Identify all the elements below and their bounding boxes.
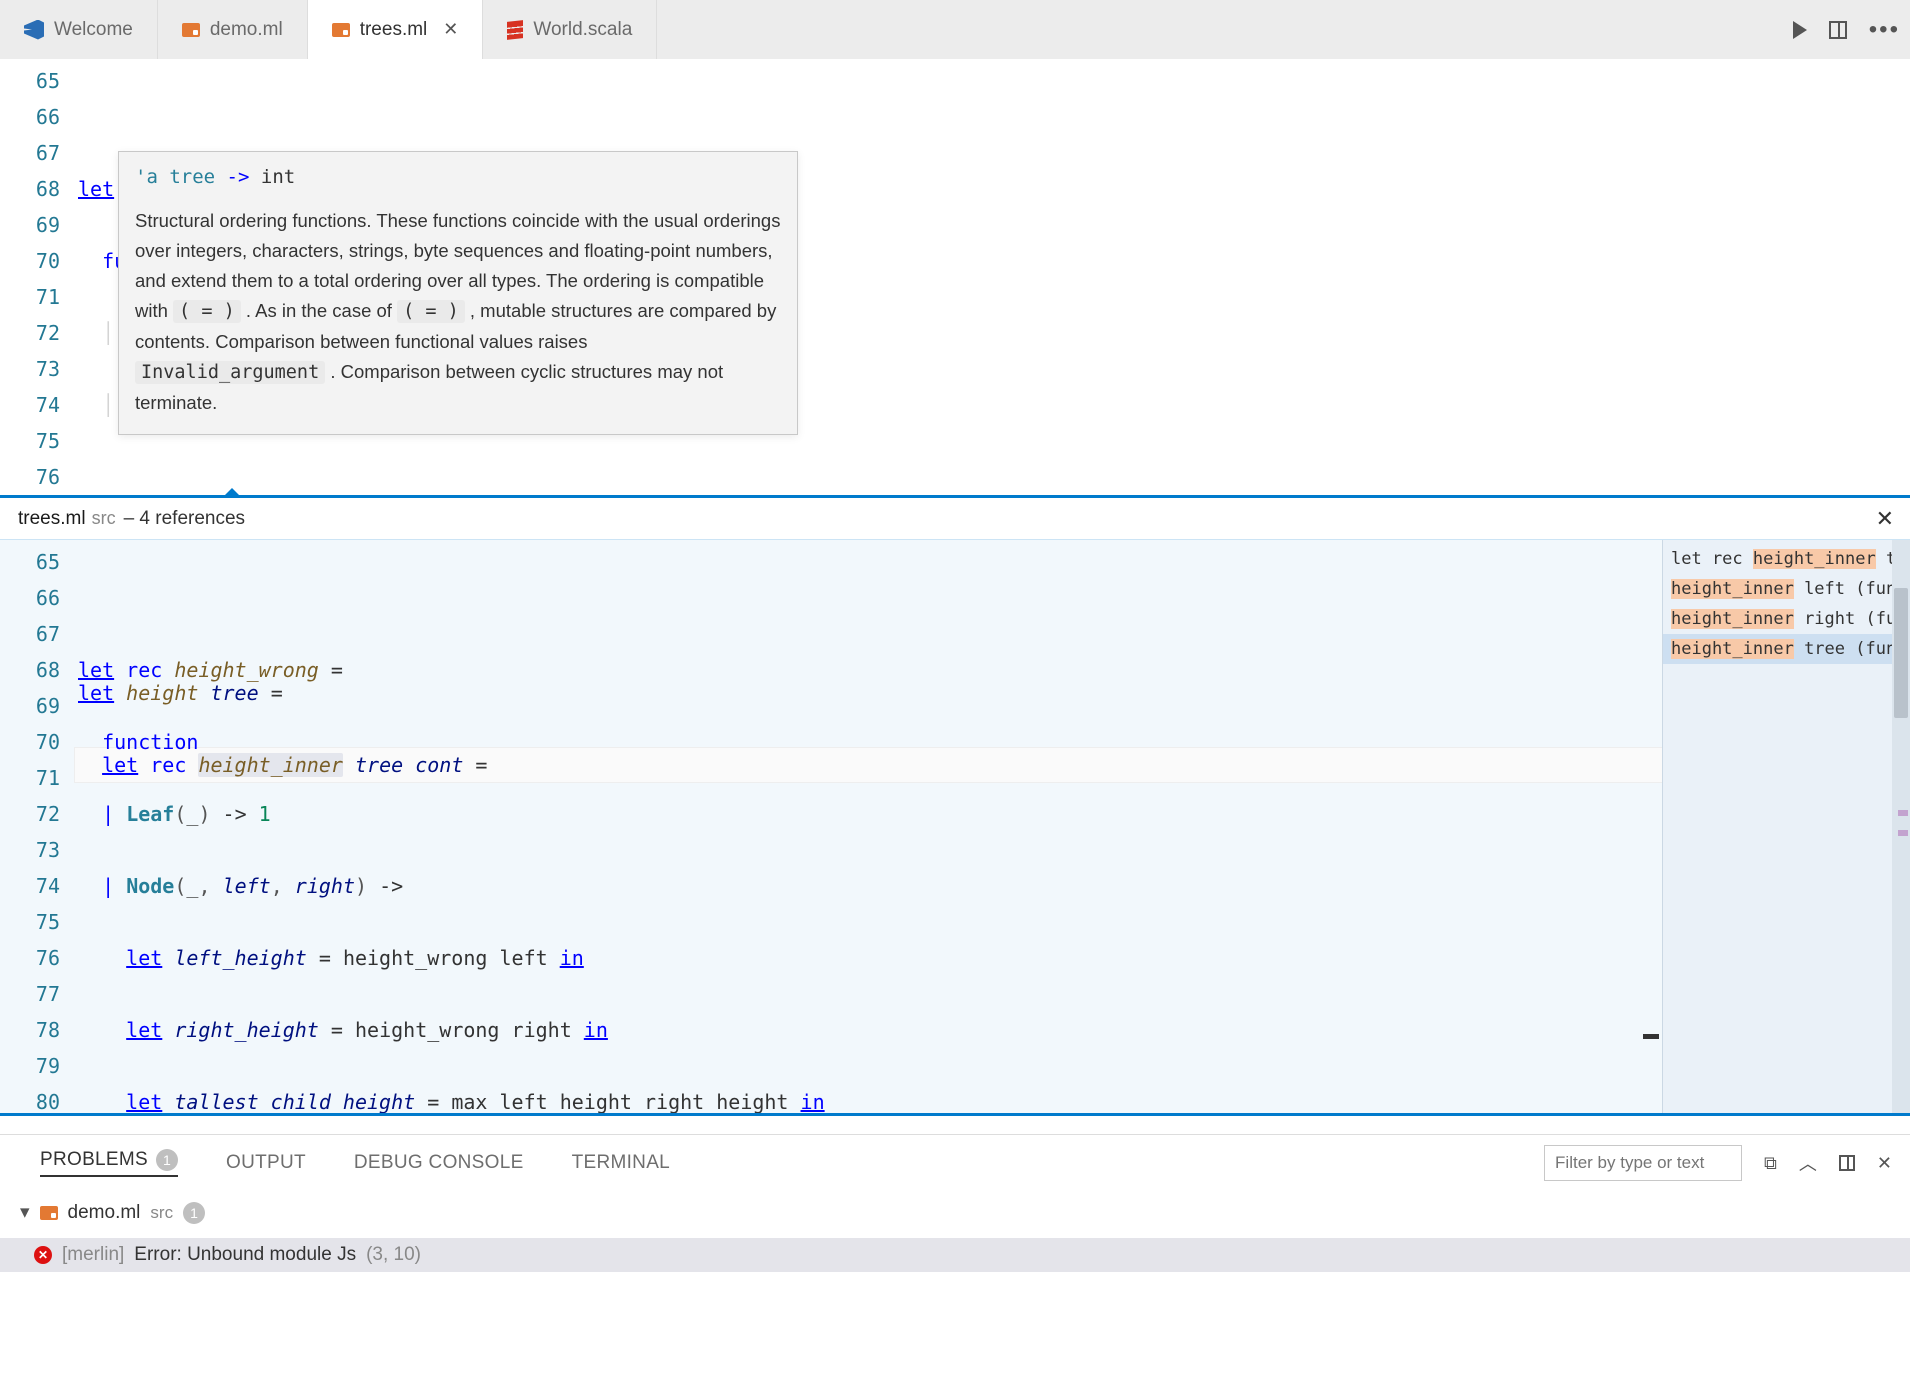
bottom-panel: PROBLEMS1 OUTPUT DEBUG CONSOLE TERMINAL … [0, 1134, 1910, 1272]
overview-mark [1898, 810, 1908, 816]
tab-label: trees.ml [360, 19, 428, 41]
ocaml-icon [40, 1206, 58, 1220]
peek-ref-count: – 4 references [124, 508, 245, 530]
chevron-down-icon[interactable]: ▾ [20, 1201, 30, 1224]
reference-item[interactable]: let rec height_inner tree c... [1663, 544, 1910, 574]
close-icon[interactable]: ✕ [1876, 506, 1894, 532]
tab-trees[interactable]: trees.ml ✕ [308, 0, 484, 59]
problem-location: (3, 10) [366, 1244, 421, 1266]
hover-tooltip: 'a tree -> int Structural ordering funct… [118, 151, 798, 435]
tab-problems[interactable]: PROBLEMS1 [40, 1149, 178, 1177]
ocaml-icon [182, 23, 200, 37]
close-icon[interactable]: ✕ [1877, 1153, 1892, 1174]
overview-mark [1643, 1034, 1659, 1039]
reference-list[interactable]: let rec height_inner tree c... height_in… [1662, 540, 1910, 1113]
chevron-up-icon[interactable]: ︿ [1799, 1150, 1817, 1176]
gutter: 65666768697071727374757677787980 [0, 540, 78, 1113]
scrollbar-thumb[interactable] [1894, 588, 1908, 718]
close-icon[interactable]: ✕ [443, 19, 458, 40]
ocaml-icon [332, 23, 350, 37]
problem-item[interactable]: ✕ [merlin] Error: Unbound module Js (3, … [0, 1238, 1910, 1272]
scala-icon [507, 20, 523, 40]
peek-path: src [92, 508, 116, 529]
tab-terminal[interactable]: TERMINAL [572, 1152, 670, 1174]
reference-item[interactable]: height_inner left (fun left_... [1663, 574, 1910, 604]
reference-item[interactable]: height_inner right (fun rig... [1663, 604, 1910, 634]
hover-signature: 'a tree -> int [119, 152, 797, 200]
split-editor-icon[interactable] [1829, 21, 1847, 39]
vscode-icon [24, 20, 44, 40]
tab-world[interactable]: World.scala [483, 0, 657, 59]
panel-tabs: PROBLEMS1 OUTPUT DEBUG CONSOLE TERMINAL … [0, 1135, 1910, 1191]
overview-mark [1898, 830, 1908, 836]
peek-view: 65666768697071727374757677787980 let rec… [0, 540, 1910, 1116]
problem-source: [merlin] [62, 1244, 124, 1266]
file-problem-count: 1 [183, 1202, 205, 1224]
run-icon[interactable] [1793, 21, 1807, 39]
editor-actions: ••• [1793, 0, 1900, 59]
toggle-layout-icon[interactable] [1839, 1155, 1855, 1171]
peek-filename: trees.ml [18, 508, 86, 530]
tab-bar: Welcome demo.ml trees.ml ✕ World.scala ••… [0, 0, 1910, 59]
problem-file: demo.ml [68, 1202, 141, 1224]
more-icon[interactable]: ••• [1869, 16, 1900, 44]
peek-code[interactable]: let rec height_wrong = function | Leaf(_… [78, 540, 1662, 1113]
hover-doc: Structural ordering functions. These fun… [119, 200, 797, 434]
tab-label: demo.ml [210, 19, 283, 41]
tab-welcome[interactable]: Welcome [0, 0, 158, 59]
problem-message: Error: Unbound module Js [134, 1244, 356, 1266]
tab-label: World.scala [533, 19, 632, 41]
error-icon: ✕ [34, 1246, 52, 1264]
reference-item[interactable]: height_inner tree (fun x ->... [1663, 634, 1910, 664]
tab-label: Welcome [54, 19, 133, 41]
problem-path: src [150, 1203, 173, 1223]
problems-badge: 1 [156, 1149, 178, 1171]
collapse-all-icon[interactable]: ⧉ [1764, 1153, 1777, 1174]
tab-debug-console[interactable]: DEBUG CONSOLE [354, 1152, 524, 1174]
tab-demo[interactable]: demo.ml [158, 0, 308, 59]
scrollbar[interactable] [1892, 540, 1910, 1113]
peek-editor[interactable]: 65666768697071727374757677787980 let rec… [0, 540, 1662, 1113]
gutter: 656667686970717273747576 [0, 59, 78, 495]
problem-file-row[interactable]: ▾ demo.ml src 1 [20, 1197, 1890, 1228]
problems-list: ▾ demo.ml src 1 [0, 1191, 1910, 1238]
peek-header: trees.ml src – 4 references ✕ [0, 498, 1910, 540]
tab-output[interactable]: OUTPUT [226, 1152, 306, 1174]
editor-top[interactable]: 656667686970717273747576 let rec height_… [0, 59, 1910, 495]
filter-input[interactable] [1544, 1145, 1742, 1181]
